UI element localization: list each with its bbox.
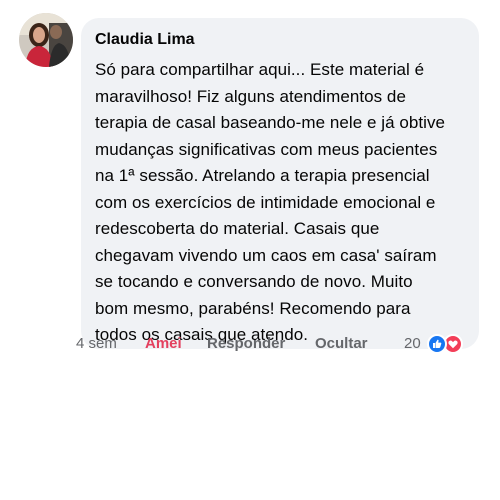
avatar[interactable] [19, 13, 73, 67]
hide-button[interactable]: Ocultar [315, 333, 368, 355]
avatar-photo [19, 13, 73, 67]
love-reaction-button[interactable]: Amei [145, 333, 182, 355]
reaction-count[interactable]: 20 [404, 333, 421, 355]
timestamp[interactable]: 4 sem [76, 333, 117, 355]
comment-text: Só para compartilhar aqui... Este materi… [95, 60, 446, 344]
author-name[interactable]: Claudia Lima [95, 30, 465, 50]
comment-bubble: Claudia Lima Só para compartilhar aqui..… [81, 18, 479, 349]
reaction-icons[interactable] [427, 333, 471, 355]
reply-button[interactable]: Responder [207, 333, 285, 355]
comment-actions: 4 sem Amei Responder Ocultar 20 [76, 333, 476, 355]
like-icon [427, 334, 447, 354]
